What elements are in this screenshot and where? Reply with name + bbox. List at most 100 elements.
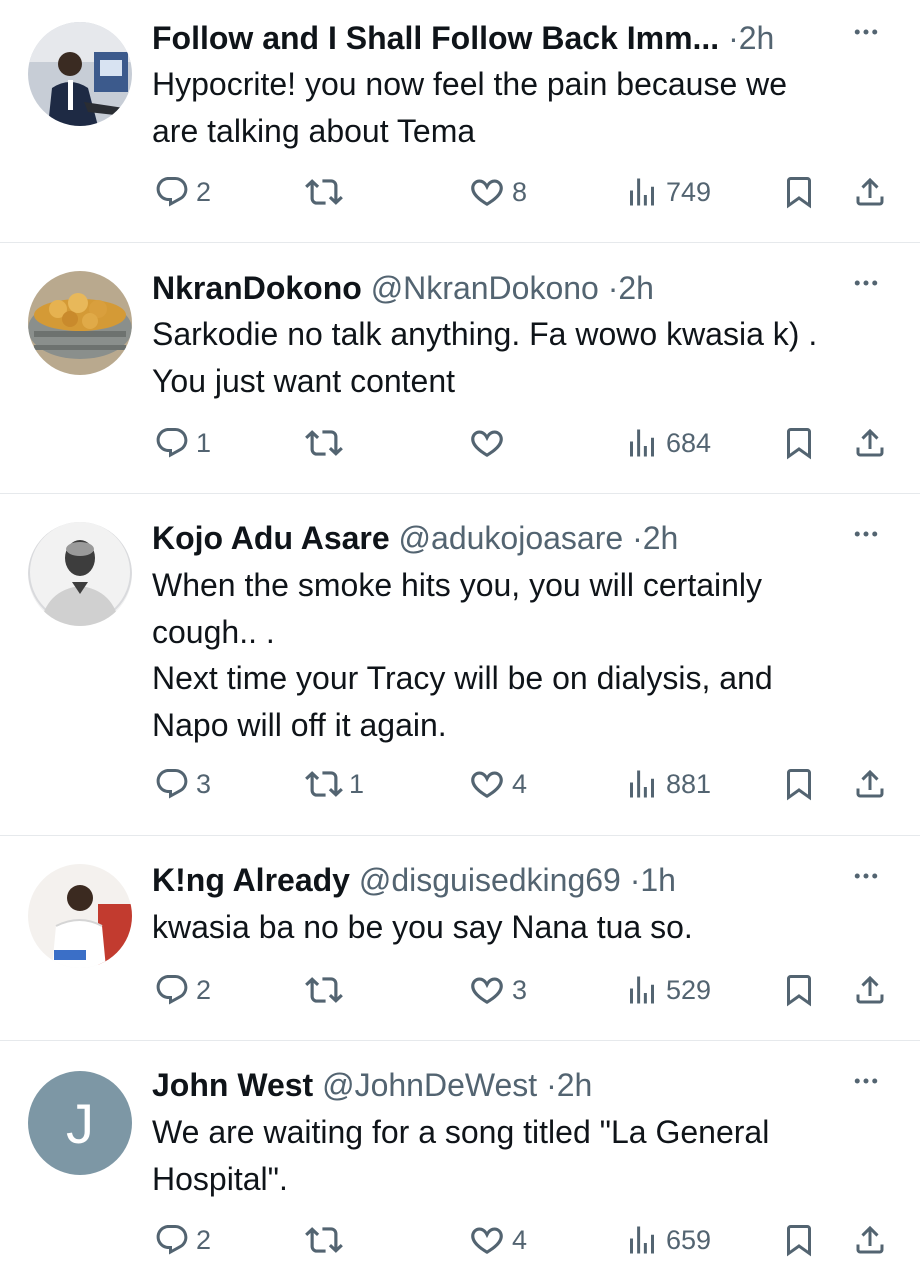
bookmark-button[interactable] — [781, 970, 817, 1010]
reply-button[interactable]: 3 — [154, 764, 211, 804]
username[interactable]: @NkranDokono — [371, 270, 599, 306]
like-button[interactable]: 8 — [468, 172, 527, 212]
avatar[interactable] — [28, 271, 132, 375]
tweet-header: John West @JohnDeWest ·2h — [152, 1065, 800, 1105]
reply-button[interactable]: 2 — [154, 172, 211, 212]
tweet[interactable]: Kojo Adu Asare @adukojoasare ·2h When th… — [0, 494, 920, 836]
share-button[interactable] — [852, 1220, 888, 1260]
share-button[interactable] — [852, 172, 888, 212]
separator-dot: · — [632, 520, 643, 556]
reply-button[interactable]: 2 — [154, 970, 211, 1010]
tweet[interactable]: Follow and I Shall Follow Back Imm... ·2… — [0, 0, 920, 243]
separator-dot: · — [728, 20, 739, 56]
views-button[interactable]: 749 — [624, 172, 711, 212]
action-bar: 3 1 4 881 — [0, 764, 920, 804]
tweet-text: We are waiting for a song titled "La Gen… — [152, 1114, 770, 1197]
more-icon[interactable] — [846, 866, 886, 896]
timestamp[interactable]: 2h — [618, 270, 654, 306]
more-icon[interactable] — [846, 22, 886, 52]
retweet-count: 1 — [349, 768, 365, 799]
bookmark-button[interactable] — [781, 172, 817, 212]
reply-icon — [154, 972, 190, 1008]
more-icon[interactable] — [846, 1071, 886, 1101]
retweet-button[interactable] — [305, 423, 349, 463]
username[interactable]: @adukojoasare — [399, 520, 624, 556]
like-icon — [468, 971, 506, 1009]
more-icon[interactable] — [846, 524, 886, 554]
like-button[interactable] — [468, 423, 512, 463]
retweet-icon — [305, 971, 343, 1009]
timestamp[interactable]: 2h — [557, 1067, 593, 1103]
tweet-header: NkranDokono @NkranDokono ·2h — [152, 268, 800, 308]
views-button[interactable]: 881 — [624, 764, 711, 804]
retweet-button[interactable]: 1 — [305, 764, 364, 804]
share-button[interactable] — [852, 970, 888, 1010]
bookmark-icon — [781, 766, 817, 802]
view-count: 659 — [666, 1224, 712, 1255]
view-count: 684 — [666, 427, 712, 458]
views-icon — [624, 425, 660, 461]
reply-icon — [154, 1222, 190, 1258]
tweet[interactable]: J John West @JohnDeWest ·2h We are waiti… — [0, 1041, 920, 1280]
username[interactable]: @JohnDeWest — [322, 1067, 537, 1103]
bookmark-button[interactable] — [781, 764, 817, 804]
bookmark-button[interactable] — [781, 423, 817, 463]
more-icon[interactable] — [846, 273, 886, 303]
reply-icon — [154, 174, 190, 210]
action-bar: 1 684 — [0, 423, 920, 463]
views-icon — [624, 972, 660, 1008]
like-icon — [468, 173, 506, 211]
reply-icon — [154, 766, 190, 802]
avatar[interactable] — [28, 22, 132, 126]
views-button[interactable]: 684 — [624, 423, 711, 463]
separator-dot: · — [546, 1067, 557, 1103]
like-button[interactable]: 4 — [468, 764, 527, 804]
tweet-header: Follow and I Shall Follow Back Imm... ·2… — [152, 18, 800, 58]
retweet-button[interactable] — [305, 1220, 349, 1260]
views-button[interactable]: 659 — [624, 1220, 711, 1260]
view-count: 881 — [666, 768, 712, 799]
share-button[interactable] — [852, 764, 888, 804]
share-button[interactable] — [852, 423, 888, 463]
display-name[interactable]: K!ng Already — [152, 862, 350, 898]
tweet[interactable]: K!ng Already @disguisedking69 ·1h kwasia… — [0, 836, 920, 1041]
retweet-icon — [305, 765, 343, 803]
avatar[interactable] — [28, 864, 132, 968]
display-name[interactable]: John West — [152, 1067, 313, 1103]
action-bar: 2 3 529 — [0, 970, 920, 1010]
like-count: 4 — [512, 768, 528, 799]
retweet-icon — [305, 424, 343, 462]
retweet-icon — [305, 1221, 343, 1259]
bookmark-icon — [781, 1222, 817, 1258]
reply-button[interactable]: 1 — [154, 423, 211, 463]
retweet-button[interactable] — [305, 172, 349, 212]
timestamp[interactable]: 2h — [739, 20, 775, 56]
reply-count: 2 — [196, 974, 212, 1005]
views-button[interactable]: 529 — [624, 970, 711, 1010]
share-icon — [852, 766, 888, 802]
like-button[interactable]: 3 — [468, 970, 527, 1010]
reply-button[interactable]: 2 — [154, 1220, 211, 1260]
reply-count: 1 — [196, 427, 212, 458]
display-name[interactable]: NkranDokono — [152, 270, 362, 306]
share-icon — [852, 425, 888, 461]
like-count: 3 — [512, 974, 528, 1005]
like-button[interactable]: 4 — [468, 1220, 527, 1260]
tweet-text: Sarkodie no talk anything. Fa wowo kwasi… — [152, 316, 818, 399]
retweet-button[interactable] — [305, 970, 349, 1010]
separator-dot: · — [629, 862, 641, 898]
bookmark-button[interactable] — [781, 1220, 817, 1260]
tweet-text: kwasia ba no be you say Nana tua so. — [152, 909, 693, 945]
display-name[interactable]: Kojo Adu Asare — [152, 520, 390, 556]
username[interactable]: @disguisedking69 — [359, 862, 621, 898]
tweet-header: K!ng Already @disguisedking69 ·1h — [152, 860, 800, 900]
avatar[interactable]: J — [28, 1071, 132, 1175]
reply-count: 2 — [196, 1224, 212, 1255]
timestamp[interactable]: 2h — [643, 520, 679, 556]
avatar[interactable] — [28, 522, 132, 626]
timestamp[interactable]: 1h — [640, 862, 676, 898]
display-name[interactable]: Follow and I Shall Follow Back Imm... — [152, 20, 719, 56]
action-bar: 2 4 659 — [0, 1220, 920, 1260]
tweet[interactable]: NkranDokono @NkranDokono ·2h Sarkodie no… — [0, 243, 920, 494]
bookmark-icon — [781, 972, 817, 1008]
